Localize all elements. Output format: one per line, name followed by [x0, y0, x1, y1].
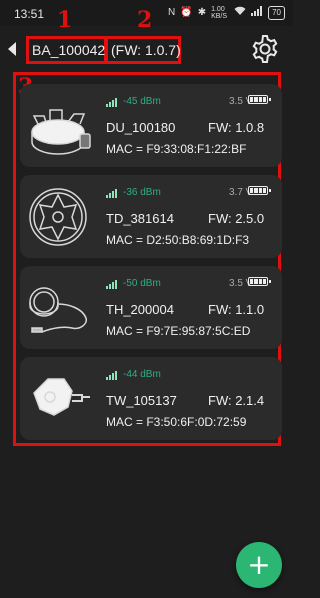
device-card[interactable]: -44 dBm TW_105137 FW: 2.1.4 MAC = F3:50:… — [20, 357, 282, 440]
signal-strength-icon — [106, 189, 117, 198]
device-firmware: FW: 2.1.4 — [208, 393, 265, 408]
du-sensor-icon — [31, 109, 91, 155]
tw-sensor-icon — [33, 378, 90, 416]
battery-icon — [248, 186, 271, 195]
signal-icon — [251, 6, 263, 20]
rssi-value: -50 dBm — [123, 278, 161, 289]
device-name: TH_200004 — [106, 302, 174, 317]
device-firmware: FW: 1.1.0 — [208, 302, 265, 317]
device-mac: MAC = F3:50:6F:0D:72:59 — [106, 415, 247, 429]
device-card[interactable]: -50 dBm 3.5 V TH_200004 FW: 1.1.0 MAC = … — [20, 266, 282, 349]
base-device-name: BA_100042 — [26, 36, 107, 64]
status-time: 13:51 — [14, 7, 45, 21]
base-firmware-version: (FW: 1.0.7) — [105, 36, 181, 64]
signal-strength-icon — [106, 371, 117, 380]
rssi-value: -45 dBm — [123, 96, 161, 107]
device-name: TW_105137 — [106, 393, 177, 408]
rssi-indicator: -36 dBm — [106, 187, 161, 198]
device-mac: MAC = F9:7E:95:87:5C:ED — [106, 324, 251, 338]
signal-strength-icon — [106, 98, 117, 107]
status-icons: N ⏰ ✱ 1.00 KB/S 70 — [168, 6, 285, 20]
alarm-icon: ⏰ — [180, 7, 193, 18]
bluetooth-icon: ✱ — [197, 7, 207, 18]
td-sensor-icon — [29, 188, 87, 246]
device-firmware: FW: 2.5.0 — [208, 211, 265, 226]
nfc-icon: N — [168, 7, 176, 18]
rssi-indicator: -44 dBm — [106, 369, 161, 380]
data-speed: 1.00 KB/S — [211, 6, 228, 20]
rssi-indicator: -45 dBm — [106, 96, 161, 107]
signal-strength-icon — [106, 280, 117, 289]
rssi-value: -44 dBm — [123, 369, 161, 380]
callout-2: 2 — [137, 7, 153, 33]
device-card[interactable]: -36 dBm 3.7 V TD_381614 FW: 2.5.0 MAC = … — [20, 175, 282, 258]
device-mac: MAC = F9:33:08:F1:22:BF — [106, 142, 247, 156]
rssi-value: -36 dBm — [123, 187, 161, 198]
wifi-icon — [234, 6, 246, 20]
battery-icon: 70 — [268, 6, 285, 20]
rssi-indicator: -50 dBm — [106, 278, 161, 289]
device-name: TD_381614 — [106, 211, 174, 226]
device-card[interactable]: -45 dBm 3.5 V DU_100180 FW: 1.0.8 MAC = … — [20, 84, 282, 167]
device-mac: MAC = D2:50:B8:69:1D:F3 — [106, 233, 250, 247]
battery-icon — [248, 95, 271, 104]
callout-1: 1 — [57, 7, 73, 33]
app-header: BA_100042 (FW: 1.0.7) — [0, 28, 293, 74]
gear-icon[interactable] — [250, 34, 280, 64]
device-firmware: FW: 1.0.8 — [208, 120, 265, 135]
add-device-button[interactable]: + — [236, 542, 282, 588]
back-arrow-icon[interactable] — [8, 42, 16, 56]
battery-icon — [248, 277, 271, 286]
th-sensor-icon — [29, 287, 88, 333]
device-name: DU_100180 — [106, 120, 176, 135]
